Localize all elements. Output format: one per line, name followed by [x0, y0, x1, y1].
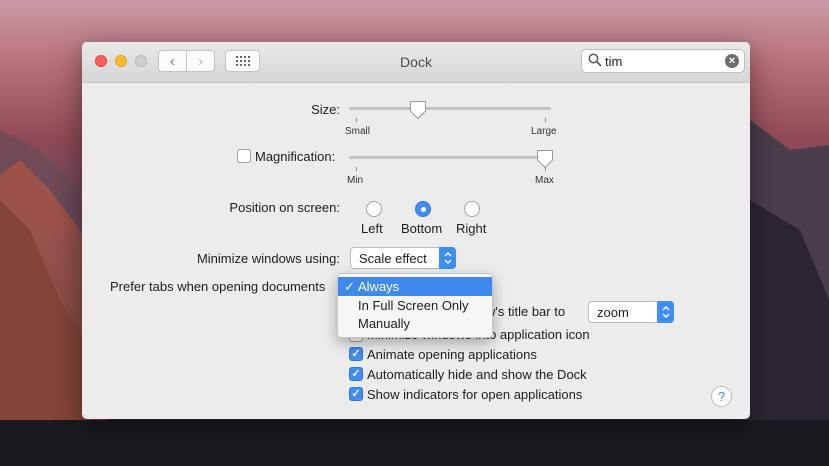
search-field[interactable]: tim ×: [581, 49, 745, 73]
menu-item-manually[interactable]: Manually: [338, 314, 492, 333]
search-icon: [588, 53, 602, 67]
size-min-label: Small: [345, 126, 371, 137]
menu-item-label: In Full Screen Only: [358, 298, 469, 313]
title-bar: ‹ › Dock tim ×: [82, 42, 750, 83]
position-bottom-radio[interactable]: [415, 201, 431, 217]
menu-item-label: Manually: [358, 316, 411, 331]
dock-preferences-window: ‹ › Dock tim × Size: Small Large Magnifi…: [82, 42, 750, 419]
position-right-radio[interactable]: [464, 201, 480, 217]
magnification-max-label: Max: [535, 175, 554, 186]
magnification-label: Magnification:: [255, 149, 336, 164]
double-click-action-value: zoom: [597, 305, 629, 320]
autohide-label: Automatically hide and show the Dock: [367, 367, 587, 382]
size-tick: [356, 118, 357, 122]
popup-arrows-icon: [439, 247, 456, 269]
indicators-label: Show indicators for open applications: [367, 387, 583, 402]
minimize-effect-popup[interactable]: Scale effect: [350, 247, 456, 269]
size-slider-thumb[interactable]: [409, 100, 427, 120]
search-input[interactable]: tim: [605, 54, 622, 69]
size-slider-track[interactable]: [349, 107, 551, 110]
minimize-effect-label: Minimize windows using:: [196, 251, 340, 266]
menu-item-label: Always: [358, 279, 400, 294]
size-max-label: Large: [531, 126, 557, 137]
double-click-action-popup[interactable]: zoom: [588, 301, 674, 323]
magnification-min-label: Min: [347, 175, 364, 186]
size-tick: [545, 118, 546, 122]
menu-item-always[interactable]: ✓ Always: [338, 277, 492, 296]
magnification-checkbox[interactable]: [237, 149, 251, 163]
position-label: Position on screen:: [229, 200, 340, 215]
magnification-slider-track[interactable]: [349, 156, 551, 159]
checkmark-icon: ✓: [344, 279, 355, 294]
clear-search-icon[interactable]: ×: [725, 54, 739, 68]
help-button[interactable]: ?: [711, 386, 732, 407]
position-bottom-label: Bottom: [401, 221, 443, 236]
position-right-label: Right: [456, 221, 487, 236]
animate-checkbox[interactable]: ✓: [349, 347, 363, 361]
animate-label: Animate opening applications: [367, 347, 537, 362]
prefer-tabs-menu: ✓ Always In Full Screen Only Manually: [337, 273, 493, 338]
menu-item-full-screen-only[interactable]: In Full Screen Only: [338, 296, 492, 315]
position-left-radio[interactable]: [366, 201, 382, 217]
size-label: Size:: [311, 102, 340, 117]
magnification-tick: [356, 167, 357, 171]
prefer-tabs-label: Prefer tabs when opening documents: [110, 279, 326, 294]
autohide-checkbox[interactable]: ✓: [349, 367, 363, 381]
popup-arrows-icon: [657, 301, 674, 323]
indicators-checkbox[interactable]: ✓: [349, 387, 363, 401]
minimize-effect-value: Scale effect: [359, 251, 427, 266]
double-click-label: w's title bar to: [486, 304, 566, 319]
magnification-slider-thumb[interactable]: [536, 149, 554, 169]
position-left-label: Left: [361, 221, 383, 236]
